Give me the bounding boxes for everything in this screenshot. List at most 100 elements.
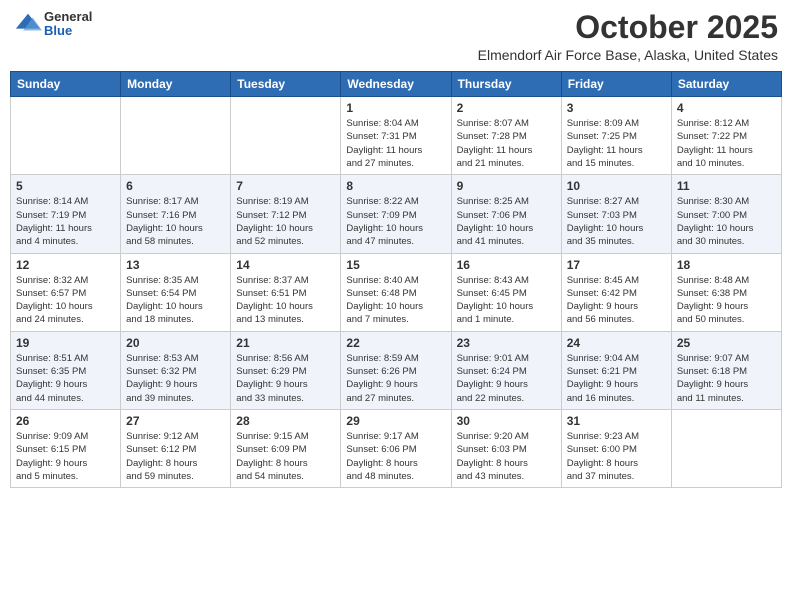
day-number: 1 — [346, 101, 445, 115]
page-header: General Blue October 2025 Elmendorf Air … — [10, 10, 782, 63]
calendar-cell: 21Sunrise: 8:56 AM Sunset: 6:29 PM Dayli… — [231, 331, 341, 409]
day-number: 27 — [126, 414, 225, 428]
day-info: Sunrise: 9:12 AM Sunset: 6:12 PM Dayligh… — [126, 430, 225, 483]
day-number: 2 — [457, 101, 556, 115]
calendar-cell: 22Sunrise: 8:59 AM Sunset: 6:26 PM Dayli… — [341, 331, 451, 409]
title-block: October 2025 Elmendorf Air Force Base, A… — [478, 10, 778, 63]
calendar-cell: 10 Sunrise: 8:27 AM Sunset: 7:03 PM Dayli… — [561, 175, 671, 253]
calendar-cell: 17 Sunrise: 8:45 AM Sunset: 6:42 PM Dayli… — [561, 253, 671, 331]
calendar-week-2: 5 Sunrise: 8:14 AM Sunset: 7:19 PM Daylig… — [11, 175, 782, 253]
day-info: Sunrise: 8:45 AM Sunset: 6:42 PM Dayligh… — [567, 274, 666, 327]
day-info: Sunrise: 9:01 AM Sunset: 6:24 PM Dayligh… — [457, 352, 556, 405]
day-info: Sunrise: 8:48 AM Sunset: 6:38 PM Dayligh… — [677, 274, 776, 327]
calendar-cell: 15 Sunrise: 8:40 AM Sunset: 6:48 PM Dayli… — [341, 253, 451, 331]
calendar-cell: 1 Sunrise: 8:04 AM Sunset: 7:31 PM Daylig… — [341, 97, 451, 175]
calendar-cell: 16Sunrise: 8:43 AM Sunset: 6:45 PM Dayli… — [451, 253, 561, 331]
calendar-cell: 19 Sunrise: 8:51 AM Sunset: 6:35 PM Dayli… — [11, 331, 121, 409]
day-info: Sunrise: 8:30 AM Sunset: 7:00 PM Dayligh… — [677, 195, 776, 248]
day-info: Sunrise: 9:15 AM Sunset: 6:09 PM Dayligh… — [236, 430, 335, 483]
day-number: 11 — [677, 179, 776, 193]
logo-general-text: General — [44, 10, 92, 24]
calendar-cell: 8Sunrise: 8:22 AM Sunset: 7:09 PM Daylig… — [341, 175, 451, 253]
day-number: 29 — [346, 414, 445, 428]
logo-blue-text: Blue — [44, 24, 92, 38]
calendar-cell: 5 Sunrise: 8:14 AM Sunset: 7:19 PM Daylig… — [11, 175, 121, 253]
day-number: 13 — [126, 258, 225, 272]
day-info: Sunrise: 8:53 AM Sunset: 6:32 PM Dayligh… — [126, 352, 225, 405]
calendar-cell — [671, 409, 781, 487]
calendar-cell: 14 Sunrise: 8:37 AM Sunset: 6:51 PM Dayli… — [231, 253, 341, 331]
day-number: 4 — [677, 101, 776, 115]
calendar-title: October 2025 — [478, 10, 778, 45]
day-info: Sunrise: 9:07 AM Sunset: 6:18 PM Dayligh… — [677, 352, 776, 405]
calendar-cell: 31Sunrise: 9:23 AM Sunset: 6:00 PM Dayli… — [561, 409, 671, 487]
calendar-cell: 2 Sunrise: 8:07 AM Sunset: 7:28 PM Daylig… — [451, 97, 561, 175]
calendar-cell: 20Sunrise: 8:53 AM Sunset: 6:32 PM Dayli… — [121, 331, 231, 409]
day-number: 5 — [16, 179, 115, 193]
day-number: 15 — [346, 258, 445, 272]
day-info: Sunrise: 9:17 AM Sunset: 6:06 PM Dayligh… — [346, 430, 445, 483]
day-info: Sunrise: 8:37 AM Sunset: 6:51 PM Dayligh… — [236, 274, 335, 327]
calendar-week-1: 1 Sunrise: 8:04 AM Sunset: 7:31 PM Daylig… — [11, 97, 782, 175]
day-info: Sunrise: 8:40 AM Sunset: 6:48 PM Dayligh… — [346, 274, 445, 327]
calendar-cell — [231, 97, 341, 175]
day-number: 3 — [567, 101, 666, 115]
day-number: 10 — [567, 179, 666, 193]
day-info: Sunrise: 8:35 AM Sunset: 6:54 PM Dayligh… — [126, 274, 225, 327]
day-info: Sunrise: 8:25 AM Sunset: 7:06 PM Dayligh… — [457, 195, 556, 248]
day-info: Sunrise: 8:32 AM Sunset: 6:57 PM Dayligh… — [16, 274, 115, 327]
calendar-cell: 6 Sunrise: 8:17 AM Sunset: 7:16 PM Daylig… — [121, 175, 231, 253]
calendar-cell: 24Sunrise: 9:04 AM Sunset: 6:21 PM Dayli… — [561, 331, 671, 409]
calendar-cell: 18 Sunrise: 8:48 AM Sunset: 6:38 PM Dayli… — [671, 253, 781, 331]
day-info: Sunrise: 8:59 AM Sunset: 6:26 PM Dayligh… — [346, 352, 445, 405]
calendar-cell: 29 Sunrise: 9:17 AM Sunset: 6:06 PM Dayli… — [341, 409, 451, 487]
calendar-table: SundayMondayTuesdayWednesdayThursdayFrid… — [10, 71, 782, 488]
calendar-cell: 4 Sunrise: 8:12 AM Sunset: 7:22 PM Daylig… — [671, 97, 781, 175]
day-number: 12 — [16, 258, 115, 272]
calendar-cell: 13 Sunrise: 8:35 AM Sunset: 6:54 PM Dayli… — [121, 253, 231, 331]
day-header-monday: Monday — [121, 72, 231, 97]
calendar-cell: 26Sunrise: 9:09 AM Sunset: 6:15 PM Dayli… — [11, 409, 121, 487]
day-info: Sunrise: 9:09 AM Sunset: 6:15 PM Dayligh… — [16, 430, 115, 483]
day-info: Sunrise: 8:14 AM Sunset: 7:19 PM Dayligh… — [16, 195, 115, 248]
day-number: 24 — [567, 336, 666, 350]
day-number: 28 — [236, 414, 335, 428]
day-number: 17 — [567, 258, 666, 272]
day-number: 21 — [236, 336, 335, 350]
calendar-cell: 7 Sunrise: 8:19 AM Sunset: 7:12 PM Daylig… — [231, 175, 341, 253]
day-info: Sunrise: 8:07 AM Sunset: 7:28 PM Dayligh… — [457, 117, 556, 170]
day-info: Sunrise: 8:04 AM Sunset: 7:31 PM Dayligh… — [346, 117, 445, 170]
calendar-cell: 23Sunrise: 9:01 AM Sunset: 6:24 PM Dayli… — [451, 331, 561, 409]
day-info: Sunrise: 9:20 AM Sunset: 6:03 PM Dayligh… — [457, 430, 556, 483]
day-number: 31 — [567, 414, 666, 428]
day-info: Sunrise: 8:12 AM Sunset: 7:22 PM Dayligh… — [677, 117, 776, 170]
logo-icon — [14, 10, 42, 38]
calendar-week-4: 19 Sunrise: 8:51 AM Sunset: 6:35 PM Dayli… — [11, 331, 782, 409]
day-header-saturday: Saturday — [671, 72, 781, 97]
calendar-cell: 11 Sunrise: 8:30 AM Sunset: 7:00 PM Dayli… — [671, 175, 781, 253]
calendar-cell — [11, 97, 121, 175]
calendar-cell — [121, 97, 231, 175]
day-number: 19 — [16, 336, 115, 350]
day-info: Sunrise: 8:27 AM Sunset: 7:03 PM Dayligh… — [567, 195, 666, 248]
day-info: Sunrise: 8:09 AM Sunset: 7:25 PM Dayligh… — [567, 117, 666, 170]
calendar-cell: 3 Sunrise: 8:09 AM Sunset: 7:25 PM Daylig… — [561, 97, 671, 175]
day-number: 25 — [677, 336, 776, 350]
calendar-week-3: 12 Sunrise: 8:32 AM Sunset: 6:57 PM Dayli… — [11, 253, 782, 331]
calendar-cell: 27 Sunrise: 9:12 AM Sunset: 6:12 PM Dayli… — [121, 409, 231, 487]
calendar-cell: 25 Sunrise: 9:07 AM Sunset: 6:18 PM Dayli… — [671, 331, 781, 409]
day-info: Sunrise: 8:17 AM Sunset: 7:16 PM Dayligh… — [126, 195, 225, 248]
day-number: 7 — [236, 179, 335, 193]
day-info: Sunrise: 8:51 AM Sunset: 6:35 PM Dayligh… — [16, 352, 115, 405]
calendar-cell: 9Sunrise: 8:25 AM Sunset: 7:06 PM Daylig… — [451, 175, 561, 253]
day-info: Sunrise: 8:19 AM Sunset: 7:12 PM Dayligh… — [236, 195, 335, 248]
day-number: 14 — [236, 258, 335, 272]
calendar-cell: 12 Sunrise: 8:32 AM Sunset: 6:57 PM Dayli… — [11, 253, 121, 331]
calendar-cell: 28 Sunrise: 9:15 AM Sunset: 6:09 PM Dayli… — [231, 409, 341, 487]
day-info: Sunrise: 8:22 AM Sunset: 7:09 PM Dayligh… — [346, 195, 445, 248]
day-number: 18 — [677, 258, 776, 272]
day-header-wednesday: Wednesday — [341, 72, 451, 97]
day-number: 6 — [126, 179, 225, 193]
days-header-row: SundayMondayTuesdayWednesdayThursdayFrid… — [11, 72, 782, 97]
day-number: 16 — [457, 258, 556, 272]
